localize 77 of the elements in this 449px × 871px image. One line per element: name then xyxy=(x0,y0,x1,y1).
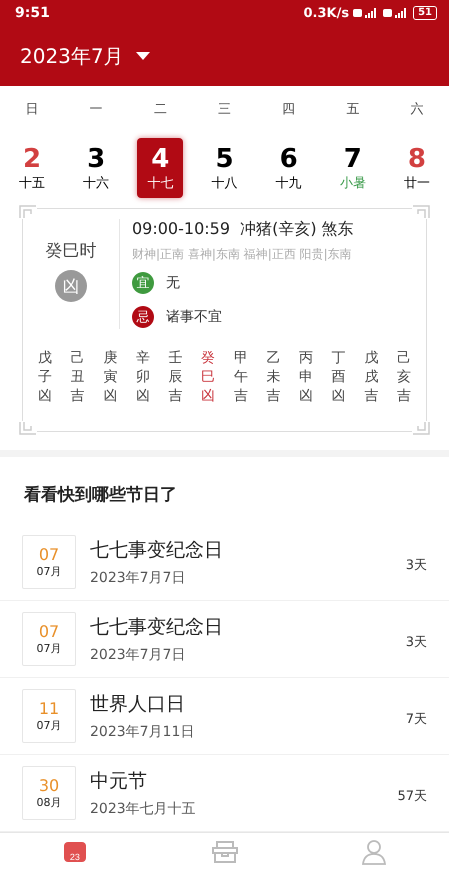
tag-text: 诸事不宜 xyxy=(166,308,222,326)
hour-column: 戊 子 凶 xyxy=(33,349,57,406)
weekday-label: 二 xyxy=(152,101,168,118)
day-number: 8 xyxy=(408,144,426,174)
hour-column: 癸 巳 凶 xyxy=(196,349,220,406)
toolbox-tab[interactable] xyxy=(212,840,238,864)
hour-column: 庚 寅 凶 xyxy=(98,349,122,406)
countdown: 3天 xyxy=(406,634,427,652)
date-badge: 11 07月 xyxy=(22,689,76,744)
hour-column: 壬 辰 吉 xyxy=(164,349,188,406)
tag-badge: 忌 xyxy=(132,306,154,328)
day-number: 5 xyxy=(215,144,234,174)
weekday-label: 一 xyxy=(88,101,104,118)
date-badge: 07 07月 xyxy=(22,535,76,590)
day-number: 3 xyxy=(87,144,106,174)
day-number: 4 xyxy=(151,144,170,174)
festival-item[interactable]: 30 08月 中元节 2023年七月十五 57天 xyxy=(0,755,449,832)
hour-time: 09:00-10:59 冲猪(辛亥) 煞东 xyxy=(132,219,354,240)
date-cell[interactable]: 4 十七 xyxy=(137,138,184,198)
festival-name: 世界人口日 xyxy=(90,692,186,718)
festival-item[interactable]: 07 07月 七七事变纪念日 2023年7月7日 3天 xyxy=(0,601,449,678)
festival-name: 七七事变纪念日 xyxy=(90,615,224,640)
day-number: 6 xyxy=(280,144,298,174)
lunar-date: 十九 xyxy=(276,175,302,192)
hour-column: 甲 午 吉 xyxy=(228,349,253,406)
date-badge: 07 07月 xyxy=(22,612,76,666)
hour-column: 丙 申 凶 xyxy=(294,349,318,406)
festival-date: 2023年七月十五 xyxy=(90,800,197,818)
weekday-label: 日 xyxy=(24,101,40,118)
weekday-label: 五 xyxy=(345,101,360,118)
weekday-label: 三 xyxy=(216,101,232,118)
profile-tab[interactable] xyxy=(361,839,388,866)
festival-date: 2023年7月7日 xyxy=(90,646,186,664)
network-speed: 0.3K/s xyxy=(303,6,350,20)
lunar-date: 十六 xyxy=(83,175,110,192)
weekday-label: 四 xyxy=(281,101,296,118)
date-cell[interactable]: 6 十九 xyxy=(266,138,312,198)
month-picker[interactable]: 2023年7月 xyxy=(20,42,150,70)
festival-item[interactable]: 07 07月 七七事变纪念日 2023年7月7日 3天 xyxy=(0,524,449,602)
date-cell[interactable]: 2 十五 xyxy=(9,138,56,198)
date-cell[interactable]: 8 廿一 xyxy=(394,138,440,198)
festival-name: 中元节 xyxy=(90,769,148,794)
day-number: 2 xyxy=(23,144,42,174)
hour-name: 癸巳时 xyxy=(46,240,96,262)
lunar-date: 十八 xyxy=(211,175,238,192)
calendar-tab[interactable]: 23 xyxy=(64,842,86,862)
countdown: 7天 xyxy=(406,711,427,728)
hour-column: 辛 卯 凶 xyxy=(130,349,155,406)
lunar-date: 十七 xyxy=(147,175,174,192)
hour-column: 乙 未 吉 xyxy=(261,349,286,406)
lunar-date: 十五 xyxy=(19,175,46,192)
date-cell[interactable]: 7 小暑 xyxy=(330,138,376,198)
festival-name: 七七事变纪念日 xyxy=(90,538,224,564)
clock: 9:51 xyxy=(15,5,50,21)
battery-icon: 51 xyxy=(413,6,437,20)
tag-text: 无 xyxy=(166,274,180,292)
festival-item[interactable]: 11 07月 世界人口日 2023年7月11日 7天 xyxy=(0,678,449,756)
luck-badge: 凶 xyxy=(55,270,87,302)
date-cell[interactable]: 3 十六 xyxy=(73,138,120,198)
lunar-date: 廿一 xyxy=(404,175,430,192)
hour-column: 己 丑 吉 xyxy=(66,349,90,406)
festival-date: 2023年7月11日 xyxy=(90,723,196,742)
festival-date: 2023年7月7日 xyxy=(90,569,186,588)
hour-column: 己 亥 吉 xyxy=(392,349,416,406)
day-number: 7 xyxy=(344,144,362,174)
countdown: 3天 xyxy=(406,557,427,574)
caret-icon xyxy=(136,52,150,60)
hour-column: 丁 酉 凶 xyxy=(326,349,351,406)
tag-badge: 宜 xyxy=(132,272,154,294)
countdown: 57天 xyxy=(397,788,427,806)
date-badge: 30 08月 xyxy=(22,766,76,820)
weekday-label: 六 xyxy=(409,101,424,118)
section-heading: 看看快到哪些节日了 xyxy=(22,484,178,508)
gods-directions: 财神|正南 喜神|东南 福神|正西 阳贵|东南 xyxy=(132,246,353,263)
lunar-date: 小暑 xyxy=(340,175,366,192)
hour-column: 戊 戌 吉 xyxy=(359,349,384,406)
date-cell[interactable]: 5 十八 xyxy=(201,138,248,198)
